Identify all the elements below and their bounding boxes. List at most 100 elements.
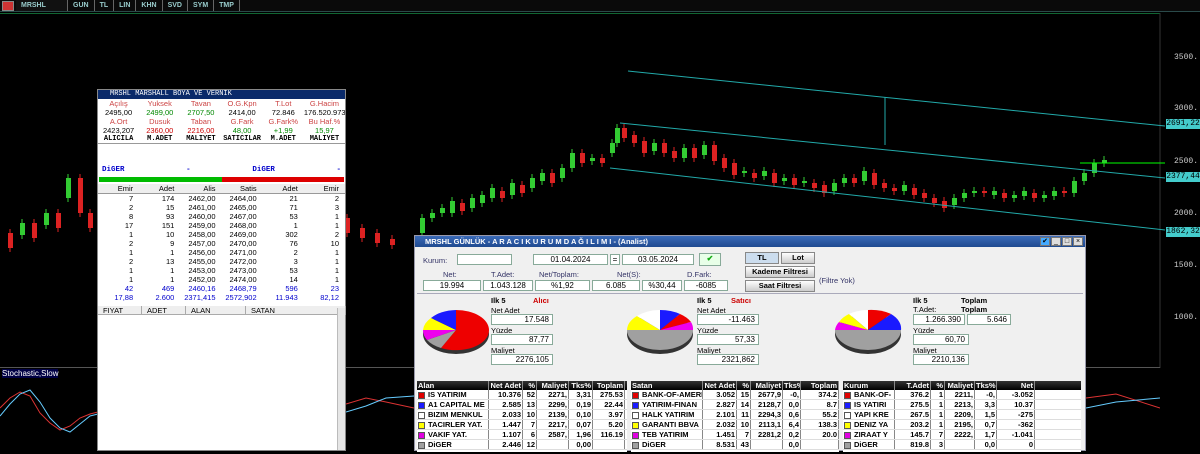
grid-header-cell[interactable]: % xyxy=(931,381,945,390)
grid-row[interactable]: BANK-OF- 376.2 1 2211, -0, -3.052 xyxy=(843,390,1081,400)
grid-cell: 11 xyxy=(737,410,751,419)
depth-cell: 2 xyxy=(334,194,339,203)
kademe-filter-button[interactable]: Kademe Filtresi xyxy=(745,266,815,278)
grid-row[interactable]: TACIRLER YAT. 1.447 7 2217, 0,07 5.20 xyxy=(417,420,627,430)
grid-header-cell[interactable]: Maliyet xyxy=(751,381,783,390)
grid-cell: -275 xyxy=(997,410,1035,419)
candle-body xyxy=(632,135,637,143)
grid-row[interactable]: ZIRAAT Y 145.7 7 2222, 1,7 -1.041 xyxy=(843,430,1081,440)
grid-header-cell[interactable]: Net Adet xyxy=(703,381,737,390)
depth-cell: 21 xyxy=(289,194,298,203)
col-alan: ALAN xyxy=(186,306,246,315)
grid-alan[interactable]: Alan Net Adet% Maliyet Tks% Toplam IS YATIRIM… xyxy=(417,381,627,452)
grid-cell: 8.7 xyxy=(801,400,839,409)
grid-header-cell[interactable]: T.Adet xyxy=(895,381,931,390)
grid-header-cell[interactable]: Tks% xyxy=(975,381,997,390)
grid-row[interactable]: TEB YATIRIM 1.451 7 2281,2 0,2 20.0 xyxy=(631,430,839,440)
grid-cell: 2128,7 xyxy=(751,400,783,409)
minimize-icon[interactable]: _ xyxy=(1051,237,1061,246)
grid-row[interactable]: DiGER 819.8 3 0,0 0 xyxy=(843,440,1081,450)
candle-body xyxy=(682,148,687,158)
grid-cell: VAKIF YAT. xyxy=(428,430,467,439)
grid-row[interactable]: HALK YATIRIM 2.101 11 2294,3 0,6 55.2 xyxy=(631,410,839,420)
grid-header-cell[interactable]: % xyxy=(523,381,537,390)
toolbar-tmp[interactable]: TMP xyxy=(214,0,240,11)
close-icon[interactable]: × xyxy=(1073,237,1083,246)
apply-check-icon[interactable]: ✔ xyxy=(699,253,721,266)
grid-header-cell[interactable]: Maliyet xyxy=(945,381,975,390)
grid-row[interactable]: IS YATIRIM 10.376 52 2271, 3,31 275.53 xyxy=(417,390,627,400)
grid-header-cell[interactable]: Toplam xyxy=(593,381,625,390)
toolbar-sym[interactable]: SYM xyxy=(188,0,215,11)
candle-body xyxy=(8,233,13,248)
toolbar-khn[interactable]: KHN xyxy=(136,0,163,11)
start-date[interactable]: 01.04.2024 xyxy=(533,254,608,265)
grid-row[interactable]: YATIRIM-FINAN 2.827 14 2128,7 0,0 8.7 xyxy=(631,400,839,410)
grid-kurum[interactable]: Kurum T.Adet% Maliyet Tks% Net BANK-OF- 376.2 1… xyxy=(843,381,1081,452)
pie-total xyxy=(835,309,902,354)
end-date[interactable]: 03.05.2024 xyxy=(622,254,694,265)
date-eq[interactable]: = xyxy=(610,254,620,265)
grid-header-cell[interactable]: Alan xyxy=(417,381,489,390)
symbol-field[interactable]: MRSHL xyxy=(16,0,68,11)
depth-window-title[interactable]: MRSHL MARSHALL BOYA VE VERNIK xyxy=(98,90,345,99)
tl-toggle[interactable]: TL xyxy=(745,252,779,264)
grid-cell: 267.5 xyxy=(895,410,931,419)
color-swatch xyxy=(418,401,425,409)
grid-header-cell[interactable]: % xyxy=(737,381,751,390)
grid-cell: BIZIM MENKUL xyxy=(428,410,483,419)
kurum-input[interactable] xyxy=(457,254,512,265)
grid-header-cell[interactable]: Toplam xyxy=(801,381,839,390)
dfark-label: D.Fark: xyxy=(687,270,712,279)
grid-header-cell[interactable]: Kurum xyxy=(843,381,895,390)
grid-header-cell[interactable]: Net xyxy=(997,381,1035,390)
lot-toggle[interactable]: Lot xyxy=(781,252,815,264)
toolbar-lin[interactable]: LIN xyxy=(114,0,137,11)
grid-row[interactable]: BANK-OF-AMERI 3.052 15 2677,9 -0, 374.2 xyxy=(631,390,839,400)
toolbar-tl[interactable]: TL xyxy=(95,0,115,11)
bird-icon[interactable]: ✔ xyxy=(1040,237,1050,246)
hdr-ghacim: G.Hacim xyxy=(309,99,340,108)
color-swatch xyxy=(418,421,425,429)
depth-window[interactable]: MRSHL MARSHALL BOYA VE VERNIK Açılış Yuks… xyxy=(97,89,346,451)
grid-cell: IS YATIRI xyxy=(854,400,887,409)
grid-row[interactable]: IS YATIRI 275.5 1 2213, 3,3 10.37 xyxy=(843,400,1081,410)
grid-row[interactable]: BIZIM MENKUL 2.033 10 2139, 0,10 3.97 xyxy=(417,410,627,420)
grid-header-cell[interactable]: Maliyet xyxy=(537,381,569,390)
grid-cell: 2299, xyxy=(537,400,569,409)
distribution-title[interactable]: MRSHL GÜNLÜK - A R A C I K U R U M D A Ğ… xyxy=(415,236,1085,247)
grid-header-cell[interactable]: Satan xyxy=(631,381,703,390)
candle-body xyxy=(615,128,620,143)
grid-row[interactable]: GARANTI BBVA 2.032 10 2113,1 6,4 138.3 xyxy=(631,420,839,430)
val-tavan: 2707,50 xyxy=(187,108,215,117)
grid-row[interactable]: VAKIF YAT. 1.107 6 2587, 1,96 116.19 xyxy=(417,430,627,440)
grid-cell: -1.041 xyxy=(997,430,1035,439)
grid-header-cell[interactable]: Net Adet xyxy=(489,381,523,390)
depth-cell: 1 xyxy=(334,221,339,230)
grid-row[interactable]: DENIZ YA 203.2 1 2195, 0,7 -362 xyxy=(843,420,1081,430)
trades-scrollbar[interactable] xyxy=(337,308,345,450)
grid-row[interactable]: YAPI KRE 267.5 1 2209, 1,5 -275 xyxy=(843,410,1081,420)
hdr-aort: A.Ort xyxy=(109,117,128,126)
broker-distribution-window[interactable]: MRSHL GÜNLÜK - A R A C I K U R U M D A Ğ… xyxy=(414,235,1086,452)
toolbar-svd[interactable]: SVD xyxy=(163,0,188,11)
grid-row[interactable]: DiGER 2.446 12 0,00 xyxy=(417,440,627,450)
grid-row[interactable]: A1 CAPITAL ME 2.585 13 2299, 0,19 22.44 xyxy=(417,400,627,410)
maximize-icon[interactable]: □ xyxy=(1062,237,1072,246)
grid-satan[interactable]: SatanNet Adet%MaliyetTks%ToplamBANK-OF-A… xyxy=(631,381,839,452)
color-swatch xyxy=(632,411,639,419)
app-icon[interactable] xyxy=(2,0,14,11)
grid-row[interactable]: DiGER 8.531 43 0,0 xyxy=(631,440,839,450)
toolbar-gun[interactable]: GUN xyxy=(68,0,95,11)
summary-values-2: 2423,207 2360,00 2216,00 48,00 +1,99 15,97 xyxy=(98,126,345,135)
saat-filter-button[interactable]: Saat Filtresi xyxy=(745,280,815,292)
candle-body xyxy=(842,178,847,183)
grid-header-cell[interactable]: Tks% xyxy=(783,381,801,390)
depth-cell: 2 xyxy=(293,248,298,257)
depth-cell: 2472,00 xyxy=(229,257,257,266)
grid-cell: 13 xyxy=(523,400,537,409)
grid-header-cell[interactable]: Tks% xyxy=(569,381,593,390)
y-tick-1500: 1500. xyxy=(1173,261,1198,270)
grid-cell xyxy=(537,440,569,449)
depth-cell: 302 xyxy=(285,230,298,239)
